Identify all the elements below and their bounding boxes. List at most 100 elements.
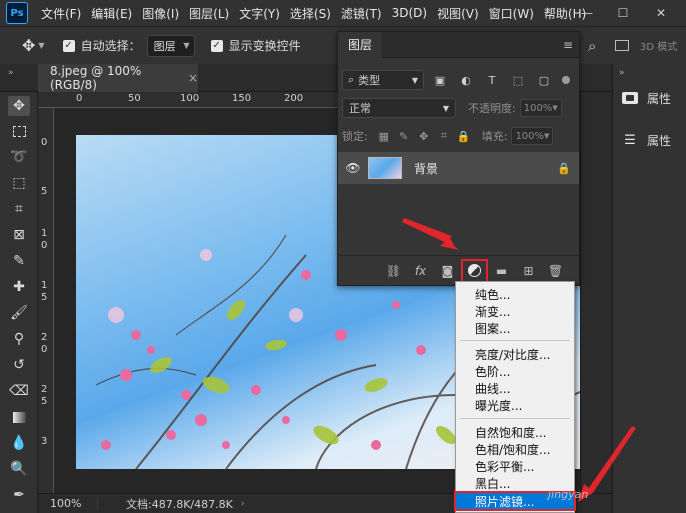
menu-item-exposure[interactable]: 曝光度... (456, 397, 574, 413)
add-mask-icon[interactable]: ◙ (434, 259, 461, 283)
menu-edit[interactable]: 编辑(E) (86, 5, 137, 22)
watermark-text: jingyan (548, 488, 589, 501)
chevron-down-icon: ▼ (411, 75, 418, 85)
type-filter-icon[interactable]: T (482, 74, 502, 87)
panel-menu-icon[interactable]: ≡ (563, 38, 573, 52)
move-tool-icon[interactable]: ✥ (22, 36, 35, 55)
collapse-dock-icon[interactable]: » (619, 68, 625, 78)
menu-view[interactable]: 视图(V) (432, 5, 484, 22)
menu-item-vibrance[interactable]: 自然饱和度... (456, 424, 574, 440)
close-tab-icon[interactable]: × (188, 71, 198, 85)
clone-stamp-tool-icon[interactable]: ⚲ (8, 329, 30, 349)
frame-tool-icon[interactable]: ⊠ (8, 225, 30, 245)
lasso-tool-icon[interactable]: ➰ (8, 147, 30, 167)
chevron-down-icon: ▼ (544, 132, 550, 140)
ruler-tick-label: 0 (76, 93, 83, 104)
menu-3d[interactable]: 3D(D) (387, 6, 432, 20)
menu-item-hue-saturation[interactable]: 色相/饱和度... (456, 441, 574, 457)
ruler-tick-label: 50 (128, 93, 141, 104)
layer-thumbnail[interactable] (368, 157, 402, 179)
menu-layer[interactable]: 图层(L) (184, 5, 234, 22)
layers-panel-header: 图层 (338, 31, 579, 58)
properties-panel-button[interactable]: 属性 (621, 86, 671, 110)
menu-image[interactable]: 图像(I) (137, 5, 184, 22)
photoshop-logo-icon[interactable]: Ps (6, 2, 28, 24)
smart-object-filter-icon[interactable]: ▢ (534, 74, 554, 87)
new-group-folder-icon[interactable]: ▬ (488, 259, 515, 283)
menu-item-levels[interactable]: 色阶... (456, 363, 574, 379)
ruler-vertical[interactable]: 0 5 1 0 1 5 2 0 2 5 3 (38, 108, 54, 493)
document-tab[interactable]: 8.jpeg @ 100%(RGB/8) × (38, 64, 198, 92)
lock-label: 锁定: (342, 130, 368, 143)
workspace-icon[interactable] (615, 40, 629, 51)
fill-value: 100% (515, 130, 545, 142)
dodge-tool-icon[interactable]: 🔍 (8, 459, 30, 479)
menu-filter[interactable]: 滤镜(T) (336, 5, 387, 22)
adjustments-panel-button[interactable]: ☰ 属性 (621, 128, 671, 152)
adjustment-filter-icon[interactable]: ◐ (456, 74, 476, 87)
fill-field[interactable]: 100% ▼ (511, 127, 554, 145)
lock-transparent-icon[interactable]: ▦ (374, 130, 394, 143)
auto-select-dropdown[interactable]: 图层 ▼ (146, 34, 195, 57)
menu-item-curves[interactable]: 曲线... (456, 380, 574, 396)
collapse-toolbar-icon[interactable]: » (8, 68, 14, 78)
eye-visibility-icon[interactable]: 👁 (338, 161, 368, 175)
pixel-filter-icon[interactable]: ▣ (430, 74, 450, 87)
healing-brush-tool-icon[interactable]: ✚ (8, 277, 30, 297)
lock-icon[interactable]: 🔒 (549, 162, 579, 175)
show-transform-checkbox[interactable]: ✓ (210, 39, 223, 52)
lock-position-icon[interactable]: ✥ (414, 130, 434, 143)
blend-mode-dropdown[interactable]: 正常 ▼ (342, 98, 456, 118)
filter-toggle-icon[interactable] (562, 76, 570, 84)
new-layer-icon[interactable]: ⊞ (515, 259, 542, 283)
layer-filter-dropdown[interactable]: ⌕ 类型 ▼ (342, 70, 424, 90)
search-icon[interactable]: ⌕ (588, 37, 596, 55)
ruler-tick-label: 0 (41, 137, 48, 148)
menu-item-color-balance[interactable]: 色彩平衡... (456, 458, 574, 474)
gradient-tool-icon[interactable] (8, 407, 30, 427)
blur-tool-icon[interactable]: 💧 (8, 433, 30, 453)
move-tool-icon[interactable]: ✥ (8, 96, 30, 116)
close-button[interactable]: ✕ (650, 0, 672, 26)
layer-row[interactable]: 👁 背景 🔒 (338, 152, 579, 184)
opacity-value: 100% (523, 102, 553, 114)
lock-image-icon[interactable]: ✎ (394, 130, 414, 143)
menu-item-brightness-contrast[interactable]: 亮度/对比度... (456, 346, 574, 362)
crop-tool-icon[interactable]: ⌗ (8, 199, 30, 219)
menu-item-gradient[interactable]: 渐变... (456, 303, 574, 319)
menu-type[interactable]: 文字(Y) (234, 5, 285, 22)
brush-tool-icon[interactable]: 🖌 (8, 303, 30, 323)
menu-item-pattern[interactable]: 图案... (456, 320, 574, 336)
opacity-field[interactable]: 100% ▼ (519, 99, 562, 117)
auto-select-label: 自动选择： (80, 39, 141, 53)
menu-file[interactable]: 文件(F) (36, 5, 86, 22)
auto-select-checkbox[interactable]: ✓ (62, 39, 75, 52)
opacity-label: 不透明度: (468, 102, 516, 115)
menu-window[interactable]: 窗口(W) (484, 5, 539, 22)
tab-layers[interactable]: 图层 (338, 31, 383, 58)
link-layers-icon[interactable]: ⛓ (380, 259, 407, 283)
quick-select-tool-icon[interactable]: ⬚ (8, 173, 30, 193)
layer-style-fx-icon[interactable]: fx (407, 259, 434, 283)
zoom-level[interactable]: 100% (38, 497, 98, 510)
lock-artboard-icon[interactable]: ⌗ (434, 129, 454, 143)
eyedropper-tool-icon[interactable]: ✎ (8, 251, 30, 271)
eraser-tool-icon[interactable]: ⌫ (8, 381, 30, 401)
status-menu-arrow-icon[interactable]: › (241, 499, 245, 509)
new-adjustment-layer-button[interactable] (461, 258, 488, 283)
marquee-tool-icon[interactable] (8, 121, 30, 141)
layer-name[interactable]: 背景 (414, 160, 549, 177)
maximize-button[interactable]: ☐ (612, 0, 634, 26)
minimize-button[interactable]: — (576, 0, 598, 26)
tool-preset-caret-icon[interactable]: ▼ (38, 41, 44, 50)
menu-item-solid-color[interactable]: 纯色... (456, 286, 574, 302)
pen-tool-icon[interactable]: ✒ (8, 485, 30, 505)
menu-select[interactable]: 选择(S) (285, 5, 336, 22)
ruler-tick-label: 1 (41, 228, 48, 239)
delete-layer-trash-icon[interactable]: 🗑 (542, 259, 569, 283)
lock-all-icon[interactable]: 🔒 (454, 130, 474, 143)
shape-filter-icon[interactable]: ⬚ (508, 74, 528, 87)
history-brush-tool-icon[interactable]: ↺ (8, 355, 30, 375)
document-size-info: 文档:487.8K/487.8K (126, 497, 233, 511)
ruler-tick-label: 200 (284, 93, 304, 104)
